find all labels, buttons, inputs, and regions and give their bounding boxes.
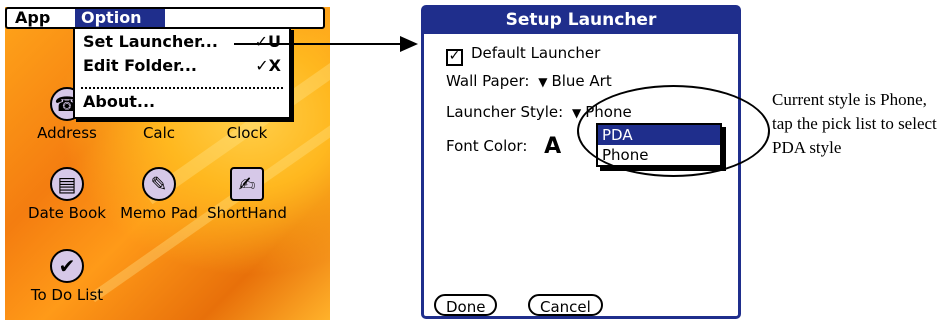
wallpaper-select[interactable]: Blue Art xyxy=(551,72,611,90)
font-color-label: Font Color: xyxy=(446,137,528,155)
launcher-style-label: Launcher Style: xyxy=(446,103,564,121)
dropdown-triangle-icon[interactable]: ▼ xyxy=(538,75,547,89)
done-button[interactable]: Done xyxy=(434,294,498,316)
font-color-sample[interactable]: A xyxy=(544,134,561,159)
callout-ellipse xyxy=(577,85,770,177)
annotation-text: Current style is Phone, tap the pick lis… xyxy=(772,90,937,157)
default-launcher-row[interactable]: ✓ Default Launcher xyxy=(446,44,600,66)
default-launcher-checkbox[interactable]: ✓ xyxy=(446,49,463,66)
wallpaper-label: Wall Paper: xyxy=(446,72,530,90)
dialog-title: Setup Launcher xyxy=(424,8,738,34)
wallpaper-row: Wall Paper: ▼ Blue Art xyxy=(446,72,612,90)
cancel-button[interactable]: Cancel xyxy=(528,294,603,316)
font-color-row: Font Color: A xyxy=(446,134,561,159)
default-launcher-label: Default Launcher xyxy=(471,44,601,62)
arrow-head xyxy=(400,36,418,52)
